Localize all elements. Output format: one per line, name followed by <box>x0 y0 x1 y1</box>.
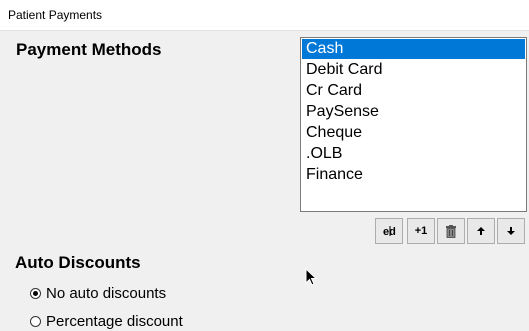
payment-methods-list[interactable]: Cash Debit Card Cr Card PaySense Cheque … <box>300 37 527 212</box>
radio-button-checked[interactable] <box>30 287 41 299</box>
radio-label: Percentage discount <box>46 312 183 330</box>
add-button[interactable]: +1 <box>407 218 435 244</box>
radio-percentage-discount[interactable]: Percentage discount <box>30 311 183 331</box>
window-title: Patient Payments <box>8 8 103 22</box>
delete-button[interactable] <box>437 218 465 244</box>
title-bar: Patient Payments <box>0 0 529 31</box>
arrow-down-icon <box>507 227 515 235</box>
mouse-cursor-icon <box>305 268 317 286</box>
trash-icon <box>446 224 456 238</box>
payment-methods-heading: Payment Methods <box>16 40 162 59</box>
edit-icon: ed <box>383 226 396 238</box>
edit-button[interactable]: ed <box>375 218 403 244</box>
list-item[interactable]: Cash <box>302 39 525 59</box>
move-up-button[interactable] <box>467 218 495 244</box>
list-item[interactable]: Finance <box>302 165 525 185</box>
list-item[interactable]: PaySense <box>302 102 525 122</box>
move-down-button[interactable] <box>497 218 525 244</box>
list-item[interactable]: Cheque <box>302 123 525 143</box>
list-item[interactable]: Cr Card <box>302 81 525 101</box>
radio-button[interactable] <box>30 315 41 327</box>
auto-discounts-heading: Auto Discounts <box>15 253 141 272</box>
radio-no-auto-discounts[interactable]: No auto discounts <box>30 283 166 303</box>
list-item[interactable]: Debit Card <box>302 60 525 80</box>
list-item[interactable]: .OLB <box>302 144 525 164</box>
arrow-up-icon <box>477 227 485 235</box>
add-button-label: +1 <box>414 225 428 237</box>
radio-label: No auto discounts <box>46 284 167 302</box>
svg-text:ed: ed <box>383 226 396 238</box>
